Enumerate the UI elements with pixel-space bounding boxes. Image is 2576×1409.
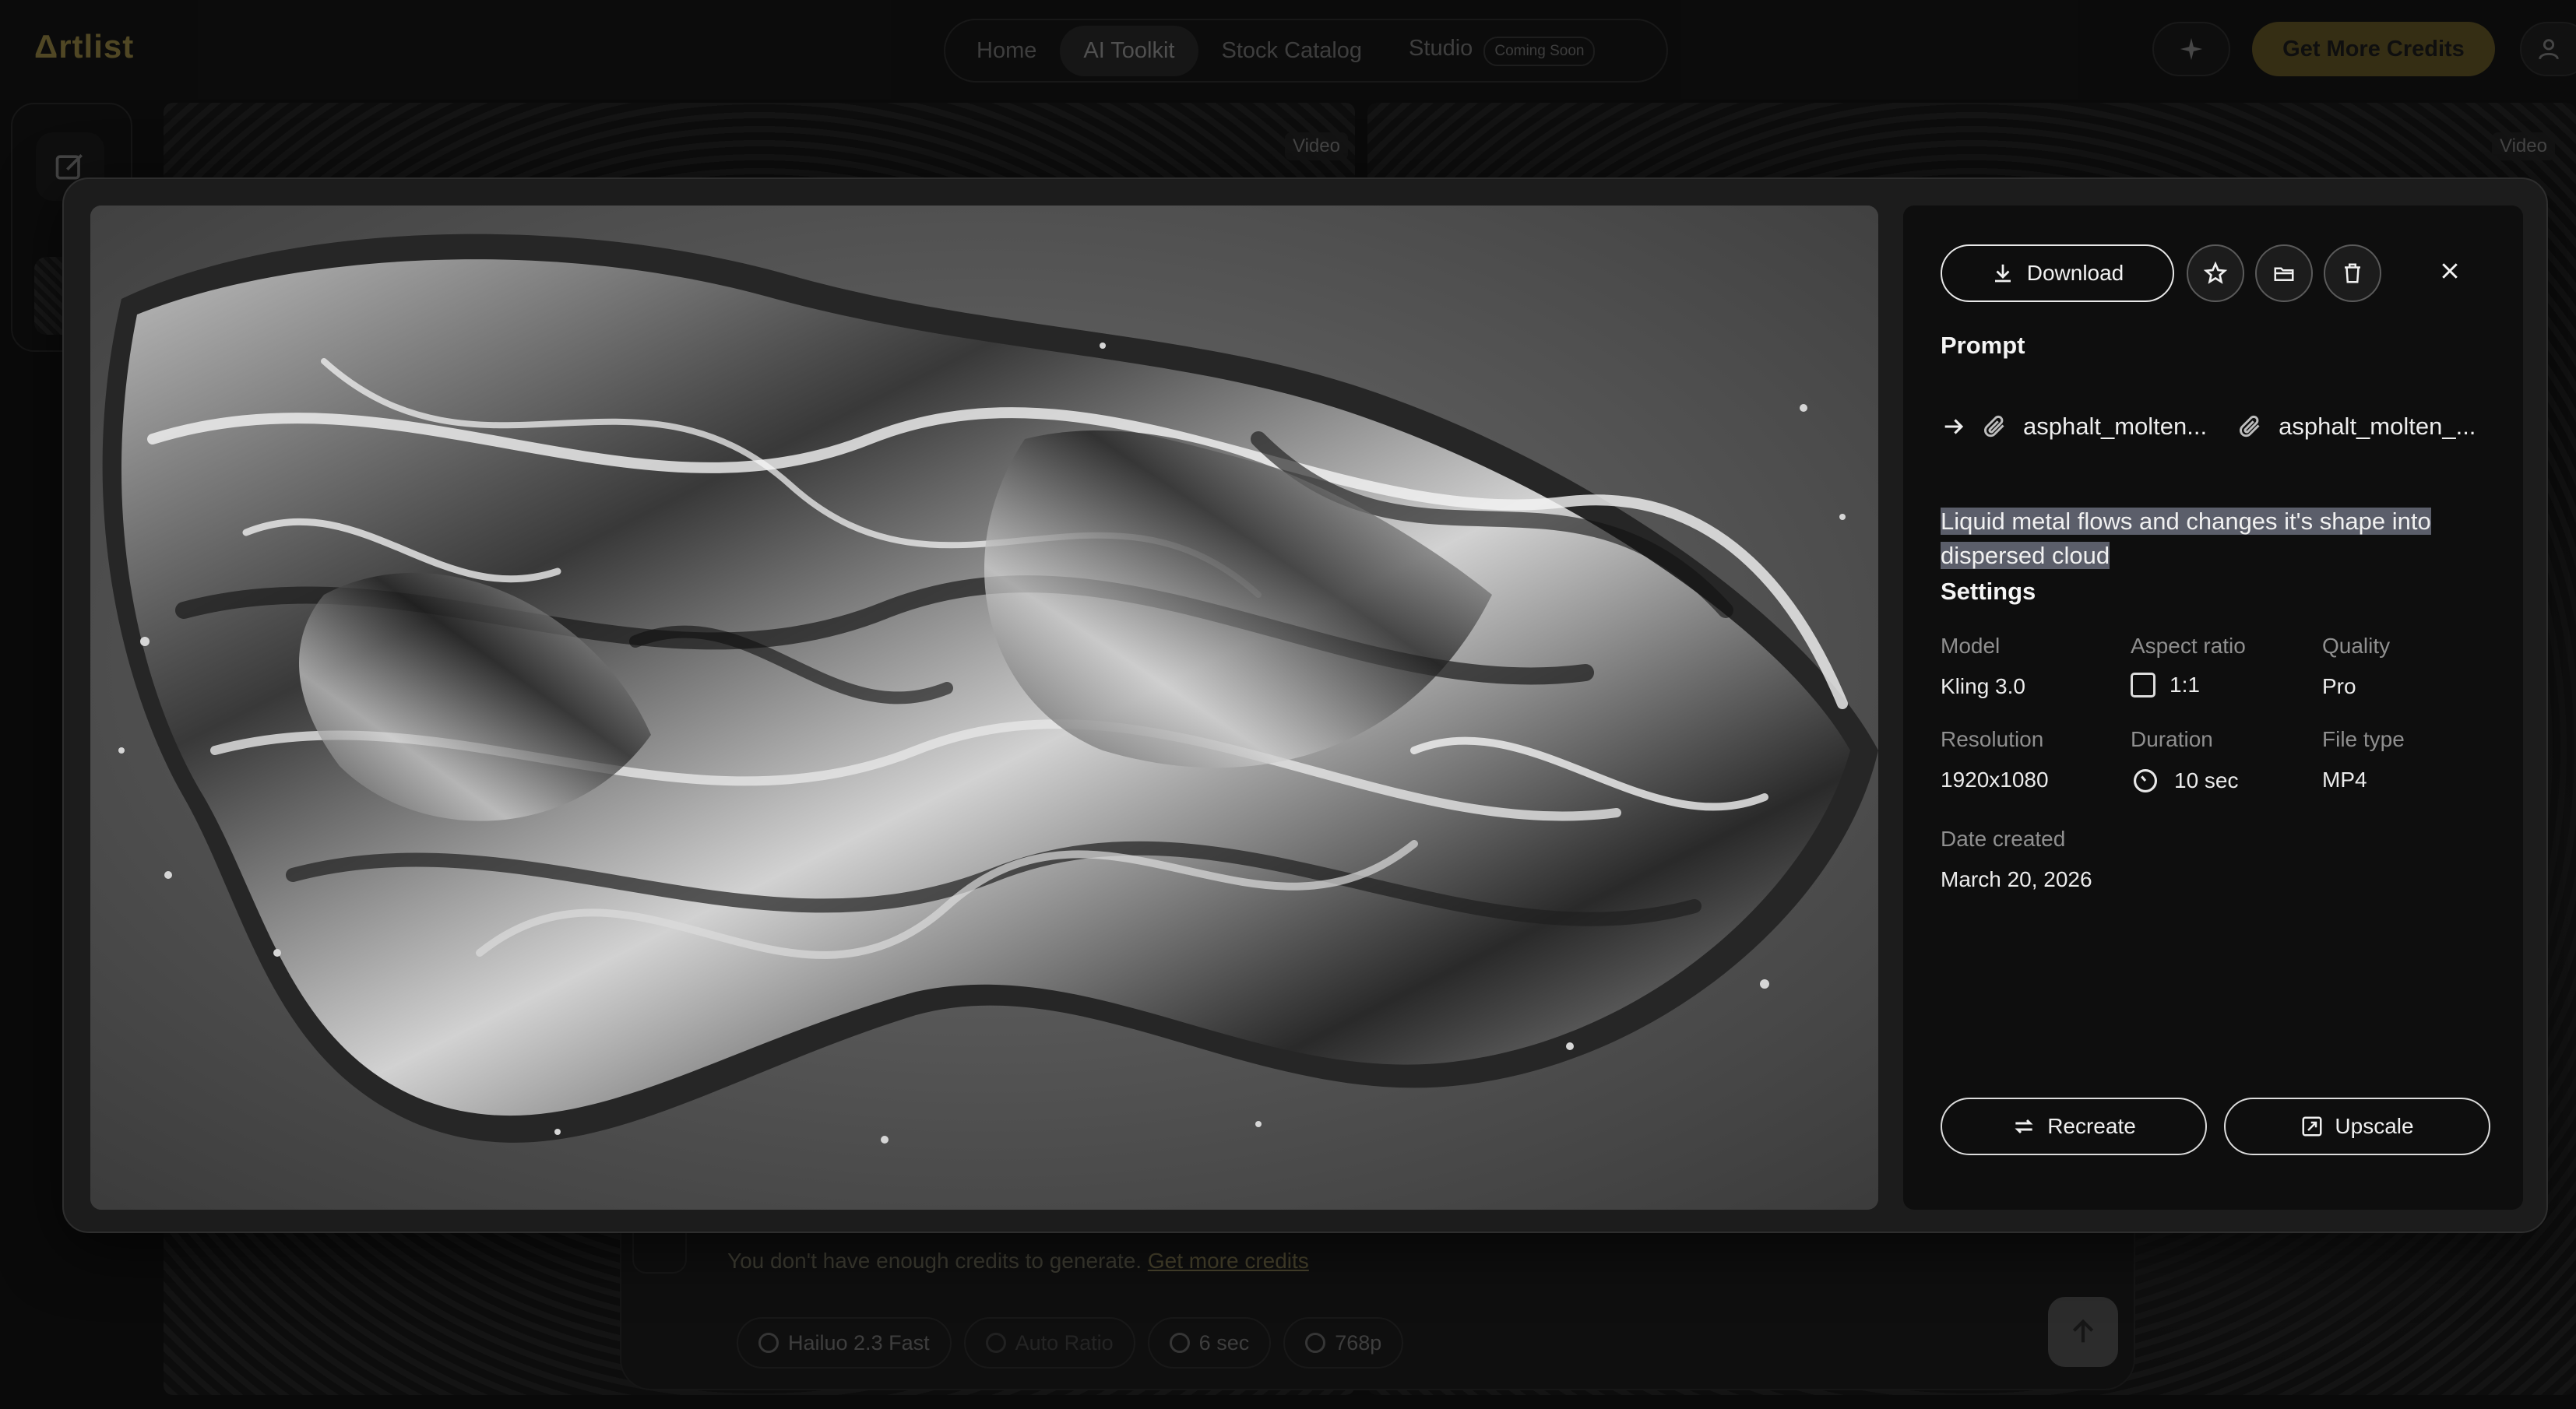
download-label: Download xyxy=(2026,261,2124,285)
close-icon xyxy=(2442,263,2458,279)
favorite-button[interactable] xyxy=(2187,244,2244,302)
asset-detail-modal: Download Prompt asphalt_molten... asphal… xyxy=(62,177,2548,1233)
prompt-text-content: Liquid metal flows and changes it's shap… xyxy=(1941,508,2431,569)
upscale-label: Upscale xyxy=(2335,1114,2414,1138)
trash-icon xyxy=(2345,263,2360,283)
download-icon xyxy=(1994,264,2011,283)
upscale-button[interactable]: Upscale xyxy=(2224,1098,2490,1155)
delete-button[interactable] xyxy=(2324,244,2381,302)
move-to-folder-button[interactable] xyxy=(2255,244,2313,302)
date-created-label: Date created xyxy=(1941,827,2066,851)
star-icon xyxy=(2203,261,2228,284)
quality-label: Quality xyxy=(2322,634,2391,658)
close-button[interactable] xyxy=(2426,248,2473,294)
duration-value: 10 sec xyxy=(2131,766,2239,796)
recreate-icon xyxy=(2015,1119,2033,1134)
model-value: Kling 3.0 xyxy=(1941,674,2025,698)
file-type-value: MP4 xyxy=(2322,768,2367,792)
reference-file-1[interactable]: asphalt_molten... xyxy=(2023,413,2207,441)
aspect-ratio-value: 1:1 xyxy=(2131,673,2200,697)
recreate-button[interactable]: Recreate xyxy=(1941,1098,2207,1155)
download-button[interactable]: Download xyxy=(1941,244,2174,302)
prompt-text[interactable]: Liquid metal flows and changes it's shap… xyxy=(1941,504,2486,573)
upscale-icon xyxy=(2302,1116,2322,1137)
settings-heading: Settings xyxy=(1941,578,2036,605)
aspect-ratio-label: Aspect ratio xyxy=(2131,634,2246,658)
quality-value: Pro xyxy=(2322,674,2356,698)
details-panel: Download Prompt asphalt_molten... asphal… xyxy=(1903,206,2523,1210)
reference-files: asphalt_molten... asphalt_molten_... xyxy=(1941,405,2501,448)
reference-file-2[interactable]: asphalt_molten_... xyxy=(2279,413,2476,441)
resolution-value: 1920x1080 xyxy=(1941,768,2049,792)
file-type-label: File type xyxy=(2322,727,2405,751)
date-created-value: March 20, 2026 xyxy=(1941,867,2092,891)
folder-icon xyxy=(2274,267,2294,281)
resolution-label: Resolution xyxy=(1941,727,2044,751)
model-label: Model xyxy=(1941,634,2001,658)
duration-text: 10 sec xyxy=(2174,768,2239,792)
paperclip-icon xyxy=(1984,415,2004,437)
recreate-label: Recreate xyxy=(2047,1114,2136,1138)
prompt-heading: Prompt xyxy=(1941,332,2025,359)
aspect-ratio-text: 1:1 xyxy=(2170,673,2200,697)
arrow-right-icon xyxy=(1944,419,1964,434)
liquid-metal-image xyxy=(90,206,1878,1210)
paperclip-icon xyxy=(2240,415,2260,437)
square-ratio-icon xyxy=(2131,673,2155,697)
timer-icon xyxy=(2133,768,2158,793)
video-preview[interactable] xyxy=(90,206,1878,1210)
duration-label: Duration xyxy=(2131,727,2213,751)
